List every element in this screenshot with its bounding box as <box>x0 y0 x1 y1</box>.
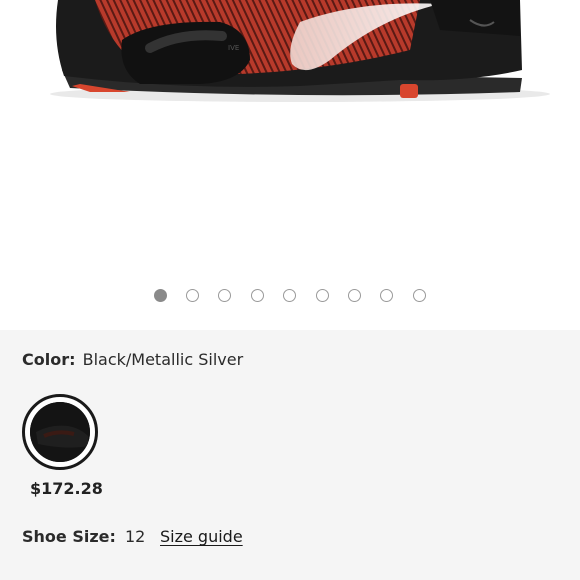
carousel-dot[interactable] <box>186 289 199 302</box>
swatch-shoe-thumbnail <box>30 402 90 462</box>
carousel-dot[interactable] <box>413 289 426 302</box>
size-guide-link[interactable]: Size guide <box>160 527 243 546</box>
size-selection: Shoe Size: 12 <box>22 527 145 546</box>
carousel-dot[interactable] <box>218 289 231 302</box>
image-carousel-indicator <box>0 289 580 303</box>
size-value[interactable]: 12 <box>125 527 145 546</box>
carousel-dot[interactable] <box>316 289 329 302</box>
carousel-dot[interactable] <box>154 289 167 302</box>
color-selection: Color: Black/Metallic Silver <box>22 350 243 369</box>
product-image-area[interactable]: IVE <box>0 0 580 330</box>
carousel-dot[interactable] <box>283 289 296 302</box>
color-value: Black/Metallic Silver <box>82 350 244 369</box>
size-label: Shoe Size: <box>22 527 116 546</box>
product-details: Color: Black/Metallic Silver $172.28 Sho… <box>0 330 580 580</box>
product-image[interactable]: IVE <box>0 0 580 120</box>
svg-text:IVE: IVE <box>228 44 239 52</box>
carousel-dot[interactable] <box>251 289 264 302</box>
color-label: Color: <box>22 350 76 369</box>
carousel-dot[interactable] <box>380 289 393 302</box>
carousel-dot[interactable] <box>348 289 361 302</box>
color-swatch-black-metallic-silver[interactable] <box>22 394 98 470</box>
product-price: $172.28 <box>30 479 103 498</box>
